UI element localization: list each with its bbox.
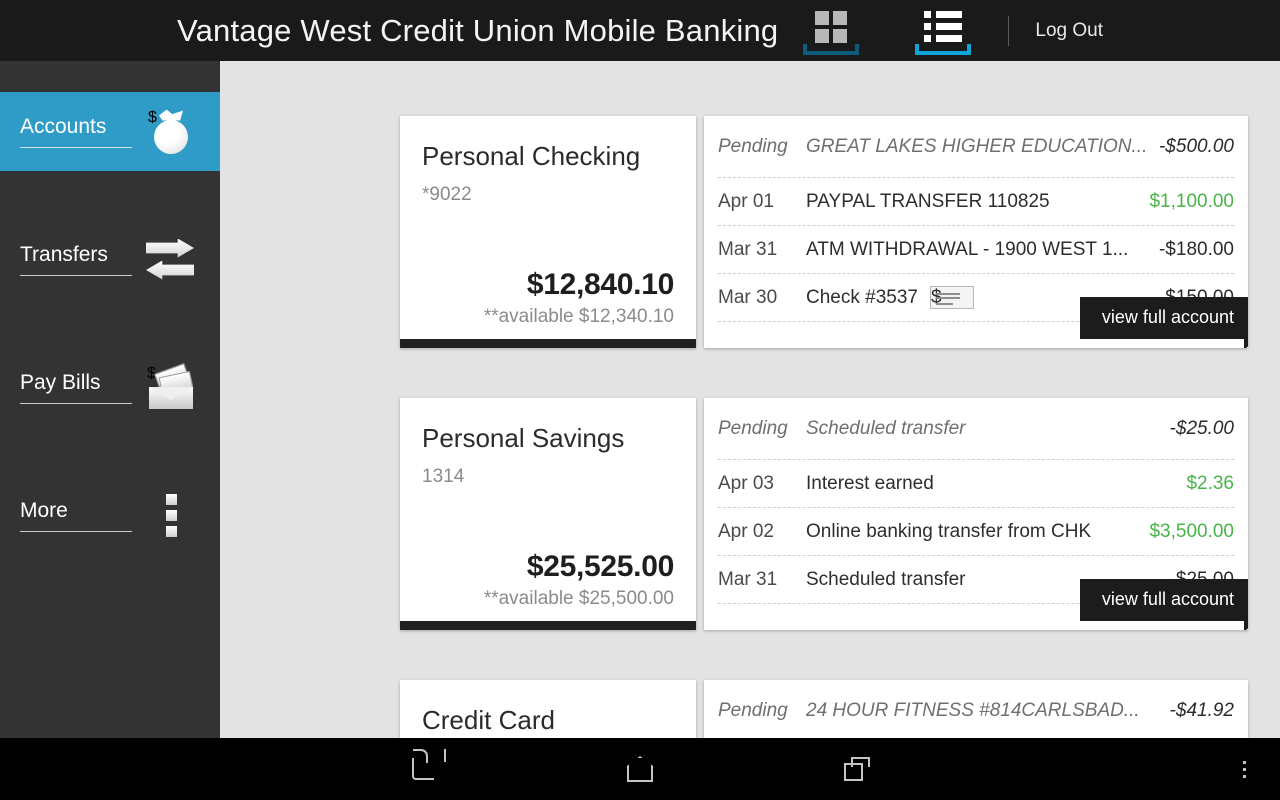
transaction-date: Apr 01	[718, 190, 774, 212]
list-view-button[interactable]	[912, 6, 974, 56]
account-available-balance: **available $25,500.00	[483, 588, 674, 609]
account-available-balance: **available $12,340.10	[483, 306, 674, 327]
more-dots-icon	[146, 491, 196, 541]
sidebar-item-transfers[interactable]: Transfers	[0, 220, 220, 299]
transaction-description: PAYPAL TRANSFER 110825	[806, 190, 1050, 212]
transaction-amount: $1,100.00	[1149, 190, 1234, 212]
back-icon	[412, 749, 446, 780]
android-recents-button[interactable]	[812, 738, 902, 800]
transaction-description: Interest earned	[806, 472, 934, 494]
list-view-underline	[915, 43, 972, 55]
transaction-amount: -$25.00	[1169, 417, 1234, 439]
transaction-amount: $3,500.00	[1149, 520, 1234, 542]
sidebar-item-label: Transfers	[20, 243, 132, 277]
transactions-panel: Pending 24 HOUR FITNESS #814CARLSBAD... …	[704, 680, 1248, 738]
overflow-menu-icon	[1242, 760, 1246, 778]
account-balance: $12,840.10	[526, 268, 674, 301]
transaction-amount: -$41.92	[1169, 699, 1234, 721]
transaction-description: Scheduled transfer	[806, 417, 966, 439]
title-bar: Vantage West Credit Union Mobile Banking	[0, 0, 1280, 61]
account-balance: $25,525.00	[526, 550, 674, 583]
transaction-date: Mar 30	[718, 286, 778, 308]
account-summary-card[interactable]: Credit Card	[400, 680, 696, 738]
header-divider	[1008, 15, 1010, 46]
sidebar-item-label: More	[20, 499, 132, 533]
sidebar-top-spacer	[0, 61, 220, 92]
envelope-money-icon: $	[146, 362, 196, 413]
sidebar-item-accounts[interactable]: Accounts $	[0, 92, 220, 171]
transaction-amount: -$180.00	[1158, 238, 1234, 260]
transaction-date: Pending	[718, 699, 788, 721]
sidebar-item-label: Pay Bills	[20, 371, 132, 405]
transaction-description-text: Check #3537	[806, 286, 918, 308]
logout-button[interactable]: Log Out	[1035, 20, 1103, 42]
app-root: Vantage West Credit Union Mobile Banking	[0, 0, 1280, 800]
view-mode-toggle	[800, 6, 974, 56]
accounts-list: Personal Checking *9022 $12,840.10 **ava…	[220, 61, 1280, 738]
transaction-date: Pending	[718, 417, 788, 439]
grid-view-button[interactable]	[800, 6, 862, 56]
account-summary-card[interactable]: Personal Checking *9022 $12,840.10 **ava…	[400, 116, 696, 348]
android-overflow-button[interactable]	[1218, 738, 1270, 800]
table-row[interactable]: Pending Scheduled transfer -$25.00	[718, 398, 1234, 460]
home-icon	[627, 756, 653, 782]
transaction-amount: -$500.00	[1158, 135, 1234, 157]
table-row[interactable]: Apr 03 Interest earned $2.36	[718, 460, 1234, 508]
table-row[interactable]: Apr 02 Online banking transfer from CHK …	[718, 508, 1234, 556]
grid-view-underline	[803, 43, 860, 55]
account-name: Credit Card	[422, 705, 555, 735]
table-row[interactable]: Pending GREAT LAKES HIGHER EDUCATION... …	[718, 116, 1234, 178]
transactions-panel: Pending GREAT LAKES HIGHER EDUCATION... …	[704, 116, 1248, 348]
list-view-icon	[924, 11, 963, 42]
transaction-description: Online banking transfer from CHK	[806, 520, 1092, 542]
sidebar-item-label: Accounts	[20, 115, 132, 149]
transaction-date: Apr 03	[718, 472, 774, 494]
recents-icon	[844, 757, 870, 781]
android-back-button[interactable]	[378, 738, 468, 800]
account-name: Personal Checking	[422, 141, 641, 171]
transaction-date: Mar 31	[718, 238, 778, 260]
account-row: Credit Card Pending 24 HOUR FITNESS #814…	[400, 680, 1248, 738]
check-image-icon[interactable]: $	[929, 286, 974, 309]
account-row: Personal Savings 1314 $25,525.00 **avail…	[400, 398, 1248, 630]
view-full-account-button[interactable]: view full account	[1079, 297, 1248, 348]
android-navigation-bar	[0, 738, 1280, 800]
sidebar-item-pay-bills[interactable]: Pay Bills $	[0, 348, 220, 427]
grid-view-icon	[815, 10, 848, 43]
table-row[interactable]: Apr 01 PAYPAL TRANSFER 110825 $1,100.00	[718, 178, 1234, 226]
view-full-account-button[interactable]: view full account	[1079, 579, 1248, 630]
account-summary-card[interactable]: Personal Savings 1314 $25,525.00 **avail…	[400, 398, 696, 630]
transaction-date: Apr 02	[718, 520, 774, 542]
transactions-panel: Pending Scheduled transfer -$25.00 Apr 0…	[704, 398, 1248, 630]
table-row[interactable]: Pending 24 HOUR FITNESS #814CARLSBAD... …	[718, 680, 1234, 738]
transaction-description: GREAT LAKES HIGHER EDUCATION...	[806, 135, 1148, 157]
account-row: Personal Checking *9022 $12,840.10 **ava…	[400, 116, 1248, 348]
money-bag-icon: $	[146, 107, 196, 157]
page-title: Vantage West Credit Union Mobile Banking	[177, 12, 779, 48]
transaction-description: 24 HOUR FITNESS #814CARLSBAD...	[806, 699, 1140, 721]
transaction-date: Mar 31	[718, 568, 778, 590]
account-number: *9022	[422, 183, 472, 205]
account-name: Personal Savings	[422, 423, 625, 453]
transfer-arrows-icon	[146, 235, 196, 285]
table-row[interactable]: Mar 31 ATM WITHDRAWAL - 1900 WEST 1... -…	[718, 226, 1234, 274]
android-home-button[interactable]	[595, 738, 685, 800]
sidebar: Accounts $ Transfers Pay Bills $ More	[0, 61, 220, 738]
account-number: 1314	[422, 465, 465, 487]
sidebar-item-more[interactable]: More	[0, 476, 220, 555]
transaction-date: Pending	[718, 135, 788, 157]
transaction-description: ATM WITHDRAWAL - 1900 WEST 1...	[806, 238, 1129, 260]
transaction-amount: $2.36	[1186, 472, 1234, 494]
